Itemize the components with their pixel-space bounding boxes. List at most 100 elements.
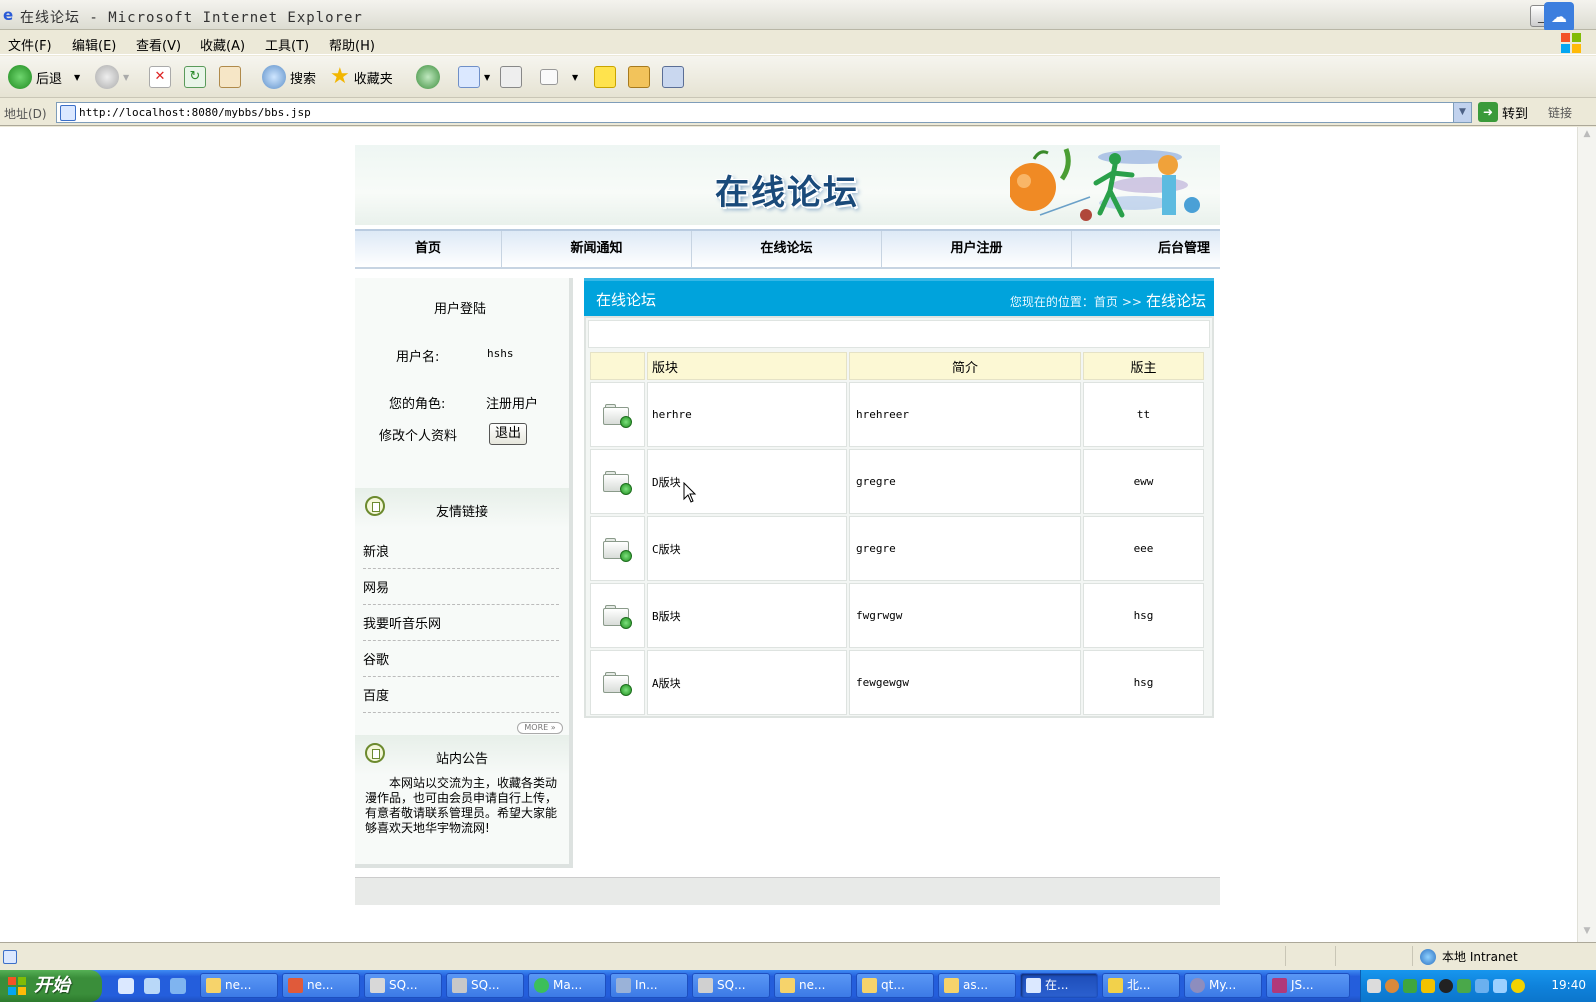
tray-arrow-icon[interactable] [1385,979,1399,993]
vertical-scrollbar[interactable]: ▲ ▼ [1577,127,1596,942]
more-links-button[interactable]: MORE » [517,722,563,734]
go-button[interactable]: ➜ 转到 [1478,102,1528,122]
friend-link-netease[interactable]: 网易 [363,569,559,605]
task-item[interactable]: Ma... [528,973,606,998]
tray-app-icon[interactable] [1403,979,1417,993]
status-separator [1335,946,1336,966]
folder-cell [590,650,645,715]
friend-link-music[interactable]: 我要听音乐网 [363,605,559,641]
friend-link-google[interactable]: 谷歌 [363,641,559,677]
table-row[interactable]: B版块 fwgrwgw hsg [590,583,1204,648]
board-name[interactable]: A版块 [647,650,847,715]
quicklaunch-desktop-icon[interactable] [144,978,160,994]
menu-favorites[interactable]: 收藏(A) [200,35,245,54]
board-moderator: eee [1083,516,1204,581]
favorites-button[interactable]: ★ 收藏夹 [330,64,393,90]
menu-file[interactable]: 文件(F) [8,35,52,54]
board-name[interactable]: B版块 [647,583,847,648]
column-board: 版块 [647,352,847,380]
messenger-button[interactable] [662,64,684,90]
task-item[interactable]: My... [1184,973,1262,998]
nav-news[interactable]: 新闻通知 [502,231,692,267]
address-input[interactable]: http://localhost:8080/mybbs/bbs.jsp ▼ [56,102,1472,123]
task-item[interactable]: as... [938,973,1016,998]
breadcrumb-prefix[interactable]: 您现在的位置：首页 [1010,293,1118,310]
nav-home[interactable]: 首页 [355,231,502,267]
forward-button[interactable]: ▼ [95,64,129,90]
edit-dropdown-icon[interactable]: ▼ [572,73,578,82]
print-button[interactable] [500,64,522,90]
qq-icon[interactable] [1439,979,1453,993]
friend-link-sina[interactable]: 新浪 [363,533,559,569]
breadcrumb: 您现在的位置：首页 >> 在线论坛 [1010,290,1206,311]
table-row[interactable]: A版块 fewgewgw hsg [590,650,1204,715]
menu-help[interactable]: 帮助(H) [329,35,375,54]
network-icon[interactable] [1475,979,1489,993]
task-item[interactable]: qt... [856,973,934,998]
back-dropdown-icon[interactable]: ▼ [74,73,80,82]
folder-cell [590,516,645,581]
username-label: 用户名: [396,350,440,365]
quicklaunch-media-icon[interactable] [170,978,186,994]
home-button[interactable] [219,64,241,90]
window-titlebar: e 在线论坛 - Microsoft Internet Explorer _ ☁ [0,0,1596,32]
nav-forum[interactable]: 在线论坛 [692,231,882,267]
notice-text: 本网站以交流为主，收藏各类动漫作品，也可由会员申请自行上传，有意者敬请联系管理员… [365,776,558,835]
edit-profile-link[interactable]: 修改个人资料 [379,425,457,444]
scroll-up-icon[interactable]: ▲ [1580,129,1594,143]
tray-app-icon[interactable] [1493,979,1507,993]
cloud-sync-icon[interactable]: ☁ [1544,2,1574,32]
refresh-button[interactable]: ↻ [184,64,206,90]
menu-view[interactable]: 查看(V) [136,35,181,54]
mail-button[interactable]: ▼ [458,64,490,90]
discuss-button[interactable] [594,64,616,90]
board-name[interactable]: C版块 [647,516,847,581]
search-button[interactable]: 搜索 [262,64,316,90]
window-title: 在线论坛 - Microsoft Internet Explorer [20,10,363,26]
task-item[interactable]: In... [610,973,688,998]
task-item-active[interactable]: 在... [1020,973,1098,998]
task-item[interactable]: SQ... [692,973,770,998]
folder-icon [602,537,633,562]
address-url[interactable]: http://localhost:8080/mybbs/bbs.jsp [79,106,311,119]
nav-admin[interactable]: 后台管理 [1072,231,1220,267]
research-button[interactable] [628,64,650,90]
task-item[interactable]: JS... [1266,973,1350,998]
stop-button[interactable]: ✕ [149,64,171,90]
start-button[interactable]: 开始 [0,970,102,1002]
mail-dropdown-icon[interactable]: ▼ [484,73,490,82]
task-item[interactable]: 北... [1102,973,1180,998]
friend-link-baidu[interactable]: 百度 [363,677,559,713]
history-button[interactable] [416,64,440,90]
task-item[interactable]: SQ... [364,973,442,998]
menu-edit[interactable]: 编辑(E) [72,35,116,54]
tray-app-icon[interactable] [1421,979,1435,993]
board-name[interactable]: herhre [647,382,847,447]
task-item[interactable]: ne... [200,973,278,998]
tray-app-icon[interactable] [1457,979,1471,993]
table-row[interactable]: C版块 gregre eee [590,516,1204,581]
left-sidebar: 用户登陆 用户名: hshs 您的角色: 注册用户 修改个人资料 退出 友情链接… [355,278,573,868]
task-item[interactable]: ne... [774,973,852,998]
search-icon [262,65,286,89]
messenger-icon [662,66,684,88]
logout-button[interactable]: 退出 [489,423,527,445]
board-name[interactable]: D版块 [647,449,847,514]
quicklaunch-ie-icon[interactable] [118,978,134,994]
scroll-down-icon[interactable]: ▼ [1580,926,1594,940]
task-item[interactable]: ne... [282,973,360,998]
start-label: 开始 [34,975,70,996]
nav-register[interactable]: 用户注册 [882,231,1072,267]
address-dropdown-icon[interactable]: ▼ [1453,103,1471,122]
menu-tools[interactable]: 工具(T) [265,35,309,54]
back-button[interactable]: 后退 ▼ [8,64,80,90]
tray-app-icon[interactable] [1511,979,1525,993]
username-value: hshs [487,347,514,360]
edit-button[interactable]: ▼ [540,64,578,90]
task-item[interactable]: SQ... [446,973,524,998]
table-row[interactable]: herhre hrehreer tt [590,382,1204,447]
task-label: ne... [225,978,252,992]
ie-icon [1026,978,1041,993]
links-button[interactable]: 链接 [1548,104,1572,121]
keyboard-icon[interactable] [1367,979,1381,993]
